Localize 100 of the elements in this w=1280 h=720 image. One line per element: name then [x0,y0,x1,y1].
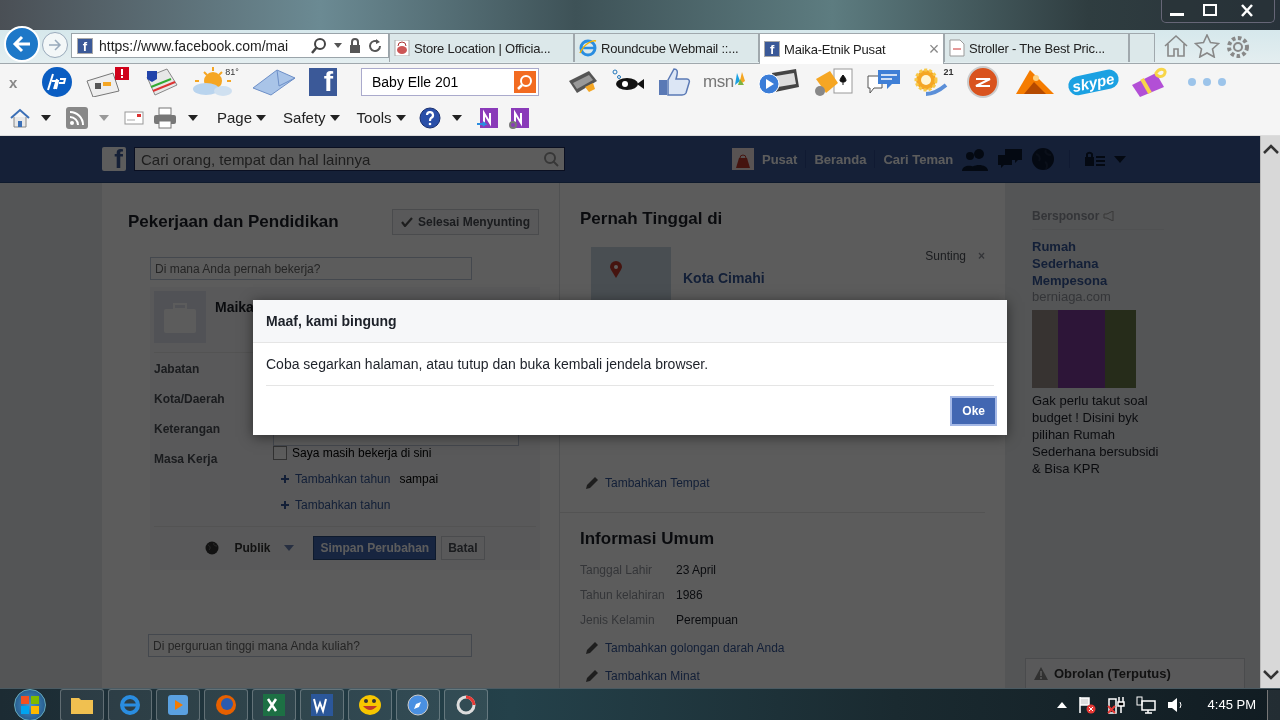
caret-icon[interactable] [41,114,51,121]
printer-icon[interactable] [153,106,177,129]
scribble-circle-icon[interactable] [965,65,1000,99]
browser-tab[interactable]: Stroller - The Best Pric... [944,33,1129,62]
search-button[interactable] [513,71,536,93]
plus-icon [281,475,289,483]
star-icon[interactable] [1194,34,1220,58]
browser-e-icon[interactable] [108,688,152,720]
toolbar-close-button[interactable]: x [9,73,18,91]
tray-arrow-icon[interactable] [1056,701,1067,708]
news-alert-icon[interactable] [85,67,132,97]
remove-button[interactable]: × [978,249,985,263]
browser-tab[interactable]: Roundcube Webmail ::... [574,33,759,62]
rss-feed-icon[interactable] [66,106,88,129]
help-icon[interactable] [418,106,441,129]
flag-error-icon[interactable] [1077,695,1096,714]
nav-link[interactable]: Pusat [762,151,798,167]
caret-icon [284,545,295,551]
address-bar[interactable]: f https://www.facebook.com/mai [71,33,389,58]
ad-title[interactable]: Rumah Sederhana Mempesona [1032,238,1132,289]
compass-icon[interactable] [396,688,440,720]
save-changes-button[interactable]: Simpan Perubahan [313,536,437,560]
dialog-title: Maaf, kami bingung [266,313,397,329]
add-place-link[interactable]: Tambahkan Tempat [585,476,985,490]
weather-widget[interactable]: 81° [191,67,239,97]
check-icon [400,217,413,227]
add-info-link[interactable]: Tambahkan golongan darah Anda [585,641,985,655]
home-icon[interactable] [1163,34,1189,58]
refresh-icon[interactable] [367,37,383,54]
battery-plug-icon[interactable] [1106,695,1125,714]
facebook-icon[interactable]: f [308,68,337,96]
scroll-up-icon[interactable] [1262,144,1279,154]
place-link[interactable]: Kota Cimahi [683,270,926,286]
back-button[interactable] [4,26,40,62]
network-icon[interactable] [1135,695,1156,714]
browser-tab[interactable]: f Maika-Etnik Pusat × [759,33,944,64]
tab-close-button[interactable]: × [928,38,939,60]
pencil-icon [585,641,599,655]
ring-icon[interactable] [444,688,488,720]
command-menu[interactable]: Safety [279,109,344,126]
checkbox[interactable] [273,446,287,460]
add-year-link[interactable]: Tambahkan tahun [281,498,391,512]
start-button[interactable] [14,688,46,720]
notebook-send-icon[interactable] [476,106,499,129]
email-icon[interactable] [124,110,144,125]
add-year-link[interactable]: Tambahkan tahun [281,472,391,486]
show-desktop-button[interactable] [1267,689,1280,720]
caret-icon[interactable] [333,42,343,49]
handbag-icon [394,40,410,56]
privacy-dropdown[interactable]: Publik [228,540,301,556]
section-title: Pernah Tinggal di [580,209,724,229]
done-editing-button[interactable]: Selesai Menyunting [391,209,539,235]
command-menu[interactable]: Tools [352,109,410,126]
scrollbar[interactable] [1260,136,1280,688]
msn-logo[interactable]: msn [702,72,746,92]
skype-logo[interactable]: skype [1066,67,1120,97]
until-text: sampai [399,472,439,486]
notebook-link-icon[interactable] [507,106,530,129]
video-player-icon[interactable] [757,67,800,97]
cancel-button[interactable]: Batal [441,536,485,560]
sun-badge-widget[interactable]: 21 [913,67,954,97]
toolbar-search-field[interactable]: Baby Elle 201 [360,68,539,96]
pencil-icon [585,669,599,683]
scroll-down-icon[interactable] [1262,670,1279,680]
chat-bubbles-icon[interactable] [865,68,902,96]
plus-icon [281,501,289,509]
settings-icon[interactable] [1225,34,1251,60]
search-field[interactable]: Cari orang, tempat dan hal lainnya [134,147,565,171]
caret-icon [256,114,267,121]
facebook-logo[interactable]: f [102,147,126,171]
nav-link[interactable]: Cari Teman [883,151,954,167]
ok-button[interactable]: Oke [952,398,995,424]
document-icon [949,39,965,57]
home-icon[interactable] [10,107,30,128]
map-icon[interactable] [143,67,180,97]
clock[interactable]: 4:45 PM [1207,697,1256,712]
more-dots-icon[interactable] [1186,77,1229,87]
mail-envelope-icon[interactable] [250,68,297,96]
chat-bar[interactable]: Obrolan (Terputus) [1025,658,1245,688]
add-info-link[interactable]: Tambahkan Minat [585,669,985,683]
info-value: Perempuan [676,613,740,627]
warning-icon [1034,667,1048,680]
search-icon[interactable] [311,37,327,54]
caret-icon [395,114,406,121]
caret-icon[interactable] [451,114,462,121]
field-label: Masa Kerja [154,452,219,468]
spreadsheet-icon[interactable] [252,688,296,720]
edit-link[interactable]: Sunting [925,249,966,263]
caret-icon[interactable] [188,114,198,121]
nav-link[interactable]: Beranda [814,151,867,167]
url-text: https://www.facebook.com/mai [99,37,290,54]
folder-icon[interactable] [60,688,104,720]
command-menu[interactable]: Page [213,109,271,126]
lock-icon [349,38,361,53]
thumbs-up-icon[interactable] [656,67,691,97]
smiley-icon[interactable] [348,688,392,720]
browser-tab[interactable]: Store Location | Officia... [389,33,574,62]
word-processor-icon[interactable] [300,688,344,720]
media-player-icon[interactable] [156,688,200,720]
speaker-icon[interactable] [1166,695,1185,714]
